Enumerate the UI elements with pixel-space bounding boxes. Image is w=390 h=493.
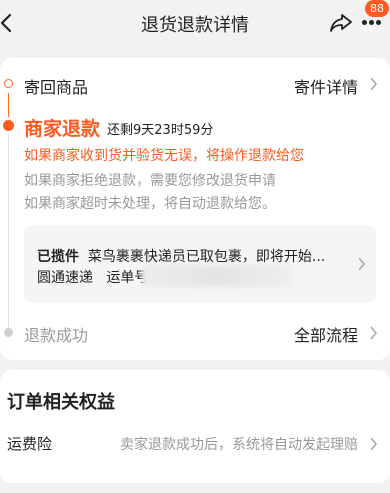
chevron-right-icon[interactable] (369, 77, 378, 91)
logistics-carrier-line: 圆通速递 运单号 (37, 267, 148, 287)
all-process-link[interactable]: 全部流程 (294, 322, 358, 346)
refund-note: 如果商家拒绝退款，需要您修改退货申请 (24, 173, 276, 189)
chevron-right-icon[interactable] (369, 437, 378, 451)
notification-badge: 88 (365, 0, 389, 17)
chevron-right-icon[interactable] (357, 257, 366, 271)
timeline-dot-done (4, 79, 13, 88)
countdown-text: 还剩9天23时59分 (107, 123, 214, 138)
top-bar: 退货退款详情 88 (0, 0, 390, 48)
pickup-message: 菜鸟裹裹快递员已取包裹，即将开始... (87, 249, 326, 265)
more-icon[interactable] (362, 20, 382, 26)
carrier-name: 圆通速递 (37, 270, 93, 286)
timeline-line-active (8, 93, 9, 117)
refund-progress-card: 寄回商品 寄件详情 商家退款 还剩9天23时59分 如果商家收到货并验货无误，将… (0, 58, 390, 360)
timeline-dot-current (3, 120, 14, 131)
chevron-right-icon[interactable] (369, 326, 378, 340)
logistics-card[interactable]: 已揽件 菜鸟裹裹快递员已取包裹，即将开始... 圆通速递 运单号 (24, 225, 376, 303)
step-return-goods: 寄回商品 (24, 78, 89, 97)
timeline-line (8, 134, 9, 330)
refund-note-primary: 如果商家收到货并验货无误，将操作退款给您 (24, 148, 304, 164)
shipping-insurance-label: 运费险 (7, 435, 53, 453)
redacted-tracking-number (142, 265, 292, 287)
pickup-status: 已揽件 (37, 249, 79, 265)
shipping-insurance-desc[interactable]: 卖家退款成功后，系统将自动发起理赔 (120, 434, 358, 454)
step-refund-success: 退款成功 (24, 326, 89, 345)
logistics-status-line: 已揽件 菜鸟裹裹快递员已取包裹，即将开始... (37, 246, 325, 266)
section-title: 订单相关权益 (7, 392, 115, 413)
order-benefits-card: 订单相关权益 运费险 卖家退款成功后，系统将自动发起理赔 (0, 370, 390, 483)
share-icon[interactable] (329, 13, 353, 33)
shipping-details-link[interactable]: 寄件详情 (294, 74, 358, 98)
step-merchant-refund: 商家退款 (24, 118, 101, 140)
refund-note: 如果商家超时未处理，将自动退款给您。 (24, 196, 276, 212)
timeline-dot-pending (4, 328, 13, 337)
